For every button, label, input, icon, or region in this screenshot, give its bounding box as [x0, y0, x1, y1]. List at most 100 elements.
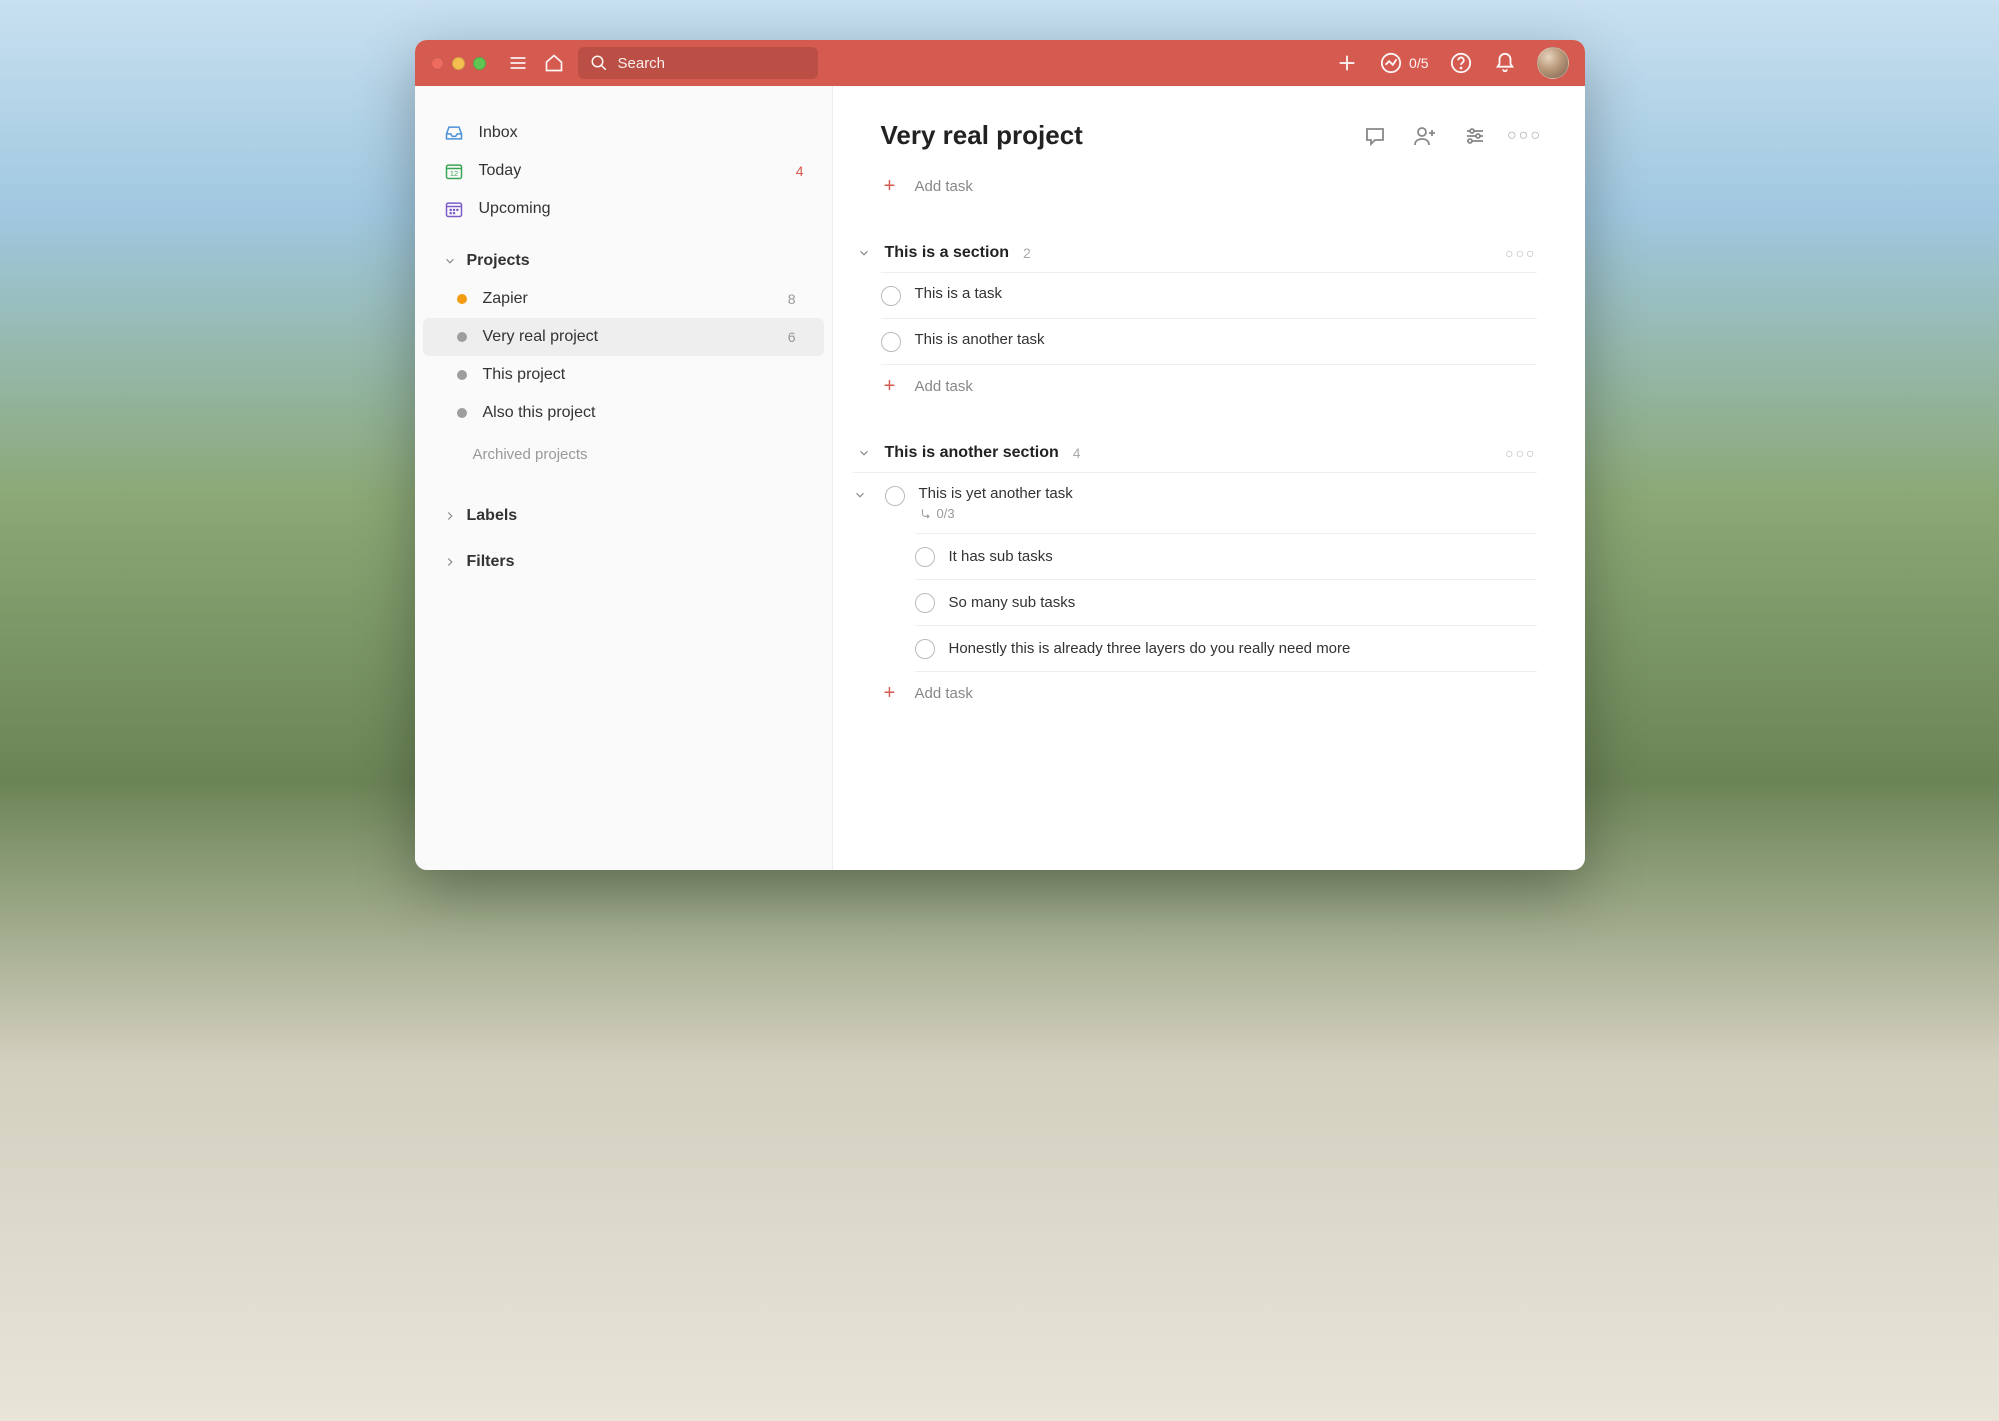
avatar[interactable] — [1537, 47, 1569, 79]
task-content: This is another task — [915, 331, 1537, 348]
subtask-row[interactable]: Honestly this is already three layers do… — [915, 625, 1537, 672]
today-icon: 12 — [443, 160, 465, 182]
add-task-section[interactable]: + Add task — [881, 672, 1537, 715]
notifications-icon[interactable] — [1493, 51, 1517, 75]
titlebar: 0/5 — [415, 40, 1585, 86]
svg-text:12: 12 — [449, 169, 457, 178]
project-color-dot — [457, 408, 467, 418]
task-row[interactable]: This is a task — [881, 272, 1537, 318]
task-checkbox[interactable] — [885, 486, 905, 506]
project-name: Also this project — [483, 404, 596, 422]
sidebar-archived-projects[interactable]: Archived projects — [415, 432, 832, 473]
today-count: 4 — [796, 163, 804, 179]
task-row[interactable]: This is yet another task 0/3 — [853, 472, 1537, 533]
project-title: Very real project — [881, 120, 1083, 151]
project-color-dot — [457, 332, 467, 342]
task-checkbox[interactable] — [915, 547, 935, 567]
project-color-dot — [457, 370, 467, 380]
inbox-label: Inbox — [479, 124, 518, 142]
inbox-icon — [443, 122, 465, 144]
sidebar-item-upcoming[interactable]: Upcoming — [415, 190, 832, 228]
add-task-label: Add task — [915, 685, 973, 702]
chevron-down-icon[interactable] — [853, 488, 871, 502]
section-more-icon[interactable]: ○○○ — [1505, 445, 1536, 461]
task-checkbox[interactable] — [915, 639, 935, 659]
more-icon[interactable]: ○○○ — [1513, 124, 1537, 148]
task-checkbox[interactable] — [915, 593, 935, 613]
project-name: Zapier — [483, 290, 528, 308]
sidebar-projects-header[interactable]: Projects — [415, 228, 832, 280]
chevron-right-icon — [443, 555, 457, 569]
task-content: This is yet another task 0/3 — [919, 485, 1537, 521]
subtask-title: It has sub tasks — [949, 548, 1053, 565]
home-icon[interactable] — [542, 51, 566, 75]
chevron-right-icon — [443, 509, 457, 523]
labels-header-label: Labels — [467, 507, 518, 525]
section-header[interactable]: This is another section 4 ○○○ — [857, 444, 1537, 472]
quick-add-icon[interactable] — [1335, 51, 1359, 75]
project-header: Very real project ○○○ — [881, 120, 1537, 151]
productivity-count[interactable]: 0/5 — [1409, 55, 1428, 71]
add-task-section[interactable]: + Add task — [881, 365, 1537, 408]
share-icon[interactable] — [1413, 124, 1437, 148]
project-color-dot — [457, 294, 467, 304]
add-task-label: Add task — [915, 378, 973, 395]
project-count: 6 — [788, 329, 796, 345]
upcoming-label: Upcoming — [479, 200, 551, 218]
add-task-top[interactable]: + Add task — [881, 165, 1537, 208]
section-title: This is a section — [885, 244, 1009, 262]
help-icon[interactable] — [1449, 51, 1473, 75]
chevron-down-icon[interactable] — [857, 246, 875, 260]
section: This is another section 4 ○○○ This is ye… — [857, 444, 1537, 715]
task-checkbox[interactable] — [881, 286, 901, 306]
view-options-icon[interactable] — [1463, 124, 1487, 148]
chevron-down-icon[interactable] — [857, 446, 875, 460]
window-maximize-button[interactable] — [473, 57, 486, 70]
comments-icon[interactable] — [1363, 124, 1387, 148]
task-title: This is a task — [915, 285, 1537, 302]
task-title: This is yet another task — [919, 485, 1537, 502]
projects-header-label: Projects — [467, 252, 530, 270]
plus-icon: + — [881, 175, 899, 198]
subtask-row[interactable]: It has sub tasks — [915, 533, 1537, 579]
sidebar-project[interactable]: This project — [423, 356, 824, 394]
app-window: 0/5 Inbox 12 Today — [415, 40, 1585, 870]
task-content: This is a task — [915, 285, 1537, 302]
search-icon — [590, 54, 608, 72]
window-close-button[interactable] — [431, 57, 444, 70]
chevron-down-icon — [443, 254, 457, 268]
project-name: Very real project — [483, 328, 599, 346]
plus-icon: + — [881, 375, 899, 398]
search-input[interactable] — [618, 55, 806, 72]
section-count: 4 — [1073, 445, 1081, 461]
subtask-progress: 0/3 — [937, 506, 955, 521]
sidebar-labels-header[interactable]: Labels — [415, 473, 832, 535]
sidebar-project[interactable]: Also this project — [423, 394, 824, 432]
task-row[interactable]: This is another task — [881, 318, 1537, 365]
sidebar: Inbox 12 Today 4 Upcoming Projects — [415, 86, 833, 870]
project-name: This project — [483, 366, 566, 384]
archived-label: Archived projects — [473, 446, 588, 463]
search-box[interactable] — [578, 47, 818, 79]
section: This is a section 2 ○○○ This is a task T… — [857, 244, 1537, 408]
section-header[interactable]: This is a section 2 ○○○ — [857, 244, 1537, 272]
plus-icon: + — [881, 682, 899, 705]
sidebar-filters-header[interactable]: Filters — [415, 535, 832, 581]
add-task-label: Add task — [915, 178, 973, 195]
subtask-title: Honestly this is already three layers do… — [949, 640, 1351, 657]
subtask-row[interactable]: So many sub tasks — [915, 579, 1537, 625]
productivity-icon[interactable] — [1379, 51, 1403, 75]
menu-icon[interactable] — [506, 51, 530, 75]
task-subtask-meta: 0/3 — [919, 506, 1537, 521]
section-more-icon[interactable]: ○○○ — [1505, 245, 1536, 261]
sidebar-item-inbox[interactable]: Inbox — [415, 114, 832, 152]
main-content: Very real project ○○○ + Add task — [833, 86, 1585, 870]
sidebar-item-today[interactable]: 12 Today 4 — [415, 152, 832, 190]
filters-header-label: Filters — [467, 553, 515, 571]
task-checkbox[interactable] — [881, 332, 901, 352]
window-minimize-button[interactable] — [452, 57, 465, 70]
sidebar-project[interactable]: Zapier 8 — [423, 280, 824, 318]
today-label: Today — [479, 162, 522, 180]
sidebar-project[interactable]: Very real project 6 — [423, 318, 824, 356]
section-count: 2 — [1023, 245, 1031, 261]
